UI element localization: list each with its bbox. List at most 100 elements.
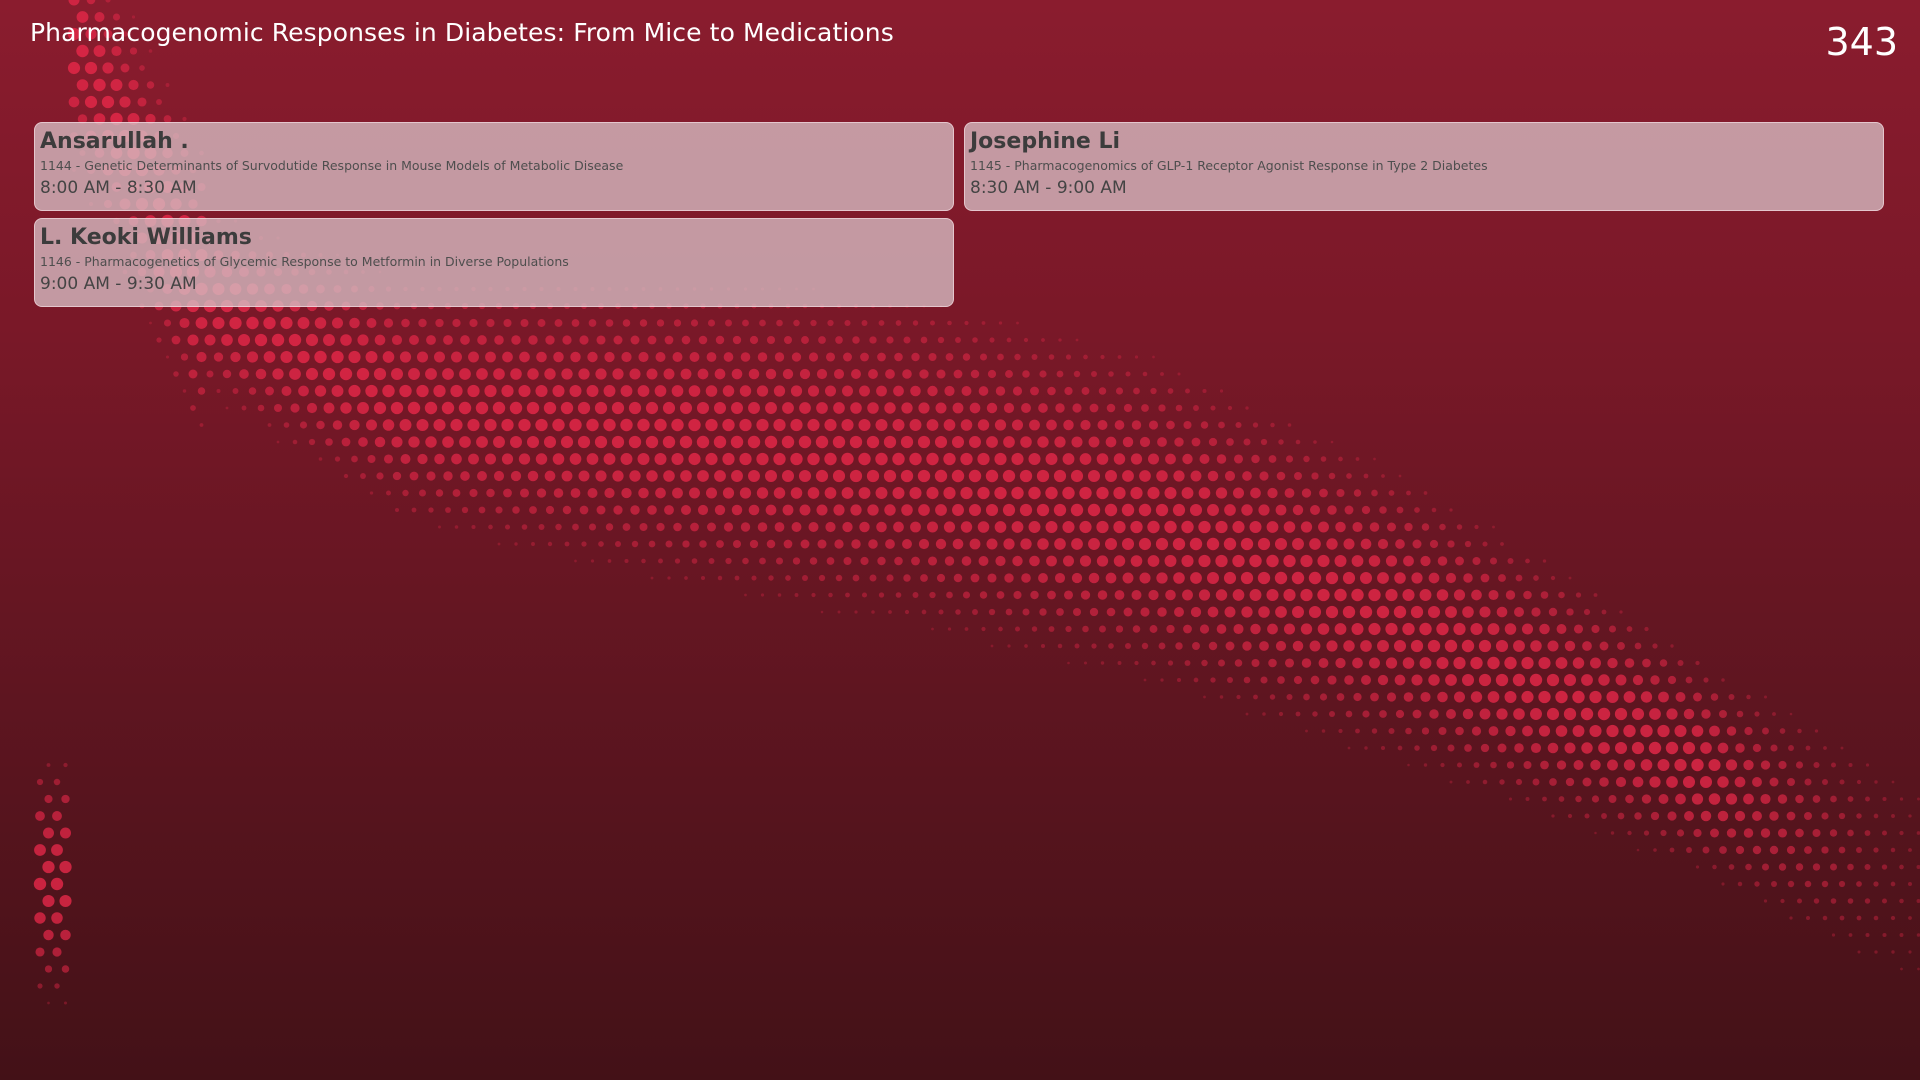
halftone-dot bbox=[793, 319, 800, 327]
halftone-dot bbox=[511, 335, 521, 345]
halftone-dot bbox=[1199, 454, 1210, 464]
halftone-dot bbox=[569, 385, 582, 397]
halftone-dot bbox=[204, 334, 216, 346]
halftone-dot bbox=[182, 389, 187, 393]
halftone-dot bbox=[1667, 811, 1677, 821]
halftone-dot bbox=[1360, 538, 1372, 550]
halftone-dot bbox=[267, 423, 272, 427]
halftone-dot bbox=[1155, 503, 1169, 517]
halftone-dot bbox=[1301, 658, 1312, 668]
halftone-dot bbox=[892, 487, 905, 499]
halftone-dot bbox=[1074, 643, 1080, 649]
halftone-dot bbox=[332, 420, 343, 430]
halftone-dot bbox=[390, 401, 404, 415]
halftone-dot bbox=[492, 401, 506, 415]
halftone-dot bbox=[850, 402, 862, 414]
halftone-dot bbox=[547, 541, 553, 547]
halftone-dot bbox=[173, 371, 179, 377]
halftone-dot bbox=[705, 452, 718, 466]
halftone-dot bbox=[1097, 590, 1108, 600]
halftone-dot bbox=[1380, 745, 1386, 751]
halftone-dot bbox=[1402, 622, 1415, 636]
halftone-dot bbox=[1908, 814, 1912, 818]
halftone-dot bbox=[883, 469, 897, 483]
halftone-dot bbox=[290, 403, 300, 413]
halftone-dot bbox=[1308, 605, 1322, 619]
halftone-dot bbox=[1208, 437, 1218, 447]
halftone-dot bbox=[1233, 623, 1244, 635]
halftone-dot bbox=[1488, 726, 1499, 736]
halftone-dot bbox=[1379, 506, 1387, 514]
halftone-dot bbox=[1874, 780, 1878, 784]
halftone-dot bbox=[1626, 626, 1633, 632]
halftone-dot bbox=[514, 542, 518, 546]
halftone-dot bbox=[833, 368, 845, 380]
halftone-dot bbox=[1634, 642, 1642, 650]
halftone-dot bbox=[1831, 933, 1836, 937]
halftone-dot bbox=[163, 319, 172, 327]
session-card[interactable]: Ansarullah . 1144 - Genetic Determinants… bbox=[34, 122, 954, 211]
halftone-dot bbox=[1829, 829, 1838, 837]
halftone-dot bbox=[935, 538, 947, 550]
halftone-dot bbox=[1328, 472, 1336, 480]
halftone-dot bbox=[433, 384, 446, 398]
halftone-dot bbox=[1003, 436, 1015, 448]
session-card[interactable]: L. Keoki Williams 1146 - Pharmacogenetic… bbox=[34, 218, 954, 307]
halftone-dot bbox=[386, 490, 391, 496]
halftone-dot bbox=[357, 334, 369, 346]
halftone-dot bbox=[1838, 846, 1846, 854]
halftone-dot bbox=[1726, 828, 1737, 838]
halftone-dot bbox=[1300, 521, 1313, 533]
halftone-dot bbox=[44, 794, 53, 804]
session-card[interactable]: Josephine Li 1145 - Pharmacogenomics of … bbox=[964, 122, 1884, 211]
halftone-dot bbox=[768, 575, 774, 581]
halftone-dot bbox=[1368, 622, 1381, 636]
halftone-dot bbox=[613, 335, 623, 345]
halftone-dot bbox=[902, 369, 912, 379]
halftone-dot bbox=[476, 368, 488, 380]
halftone-dot bbox=[1447, 540, 1455, 548]
session-time: 9:00 AM - 9:30 AM bbox=[40, 274, 197, 294]
halftone-dot bbox=[273, 403, 283, 413]
halftone-dot bbox=[732, 335, 742, 345]
halftone-dot bbox=[1763, 899, 1768, 903]
halftone-dot bbox=[1615, 674, 1627, 686]
halftone-dot bbox=[171, 335, 181, 345]
halftone-dot bbox=[1312, 711, 1318, 717]
halftone-dot bbox=[621, 487, 632, 499]
halftone-dot bbox=[51, 844, 63, 856]
halftone-dot bbox=[519, 488, 530, 498]
halftone-dot bbox=[1797, 898, 1802, 904]
halftone-dot bbox=[1549, 778, 1557, 786]
halftone-dot bbox=[451, 453, 462, 465]
halftone-dot bbox=[391, 368, 403, 380]
halftone-dot bbox=[1147, 555, 1160, 567]
halftone-dot bbox=[1558, 796, 1565, 802]
halftone-dot bbox=[1564, 742, 1576, 754]
halftone-dot bbox=[562, 335, 572, 345]
halftone-dot bbox=[927, 556, 938, 566]
halftone-dot bbox=[1482, 779, 1488, 785]
halftone-dot bbox=[1079, 555, 1092, 567]
halftone-dot bbox=[1839, 915, 1845, 921]
halftone-dot bbox=[1373, 457, 1376, 461]
halftone-dot bbox=[1223, 571, 1237, 585]
halftone-dot bbox=[858, 452, 871, 466]
halftone-dot bbox=[1890, 915, 1896, 921]
halftone-dot bbox=[569, 453, 582, 465]
halftone-dot bbox=[1343, 640, 1355, 652]
halftone-dot bbox=[1525, 797, 1530, 801]
halftone-dot bbox=[1096, 453, 1109, 465]
halftone-dot bbox=[1546, 707, 1560, 721]
halftone-dot bbox=[656, 522, 665, 532]
halftone-dot bbox=[1540, 760, 1549, 770]
halftone-dot bbox=[1148, 589, 1159, 601]
halftone-dot bbox=[1249, 589, 1262, 601]
halftone-dot bbox=[656, 319, 665, 327]
halftone-dot bbox=[815, 435, 829, 449]
halftone-dot bbox=[960, 452, 973, 466]
halftone-dot bbox=[149, 321, 152, 325]
halftone-dot bbox=[1508, 797, 1513, 801]
halftone-dot bbox=[1691, 758, 1704, 772]
halftone-dot bbox=[748, 402, 760, 414]
